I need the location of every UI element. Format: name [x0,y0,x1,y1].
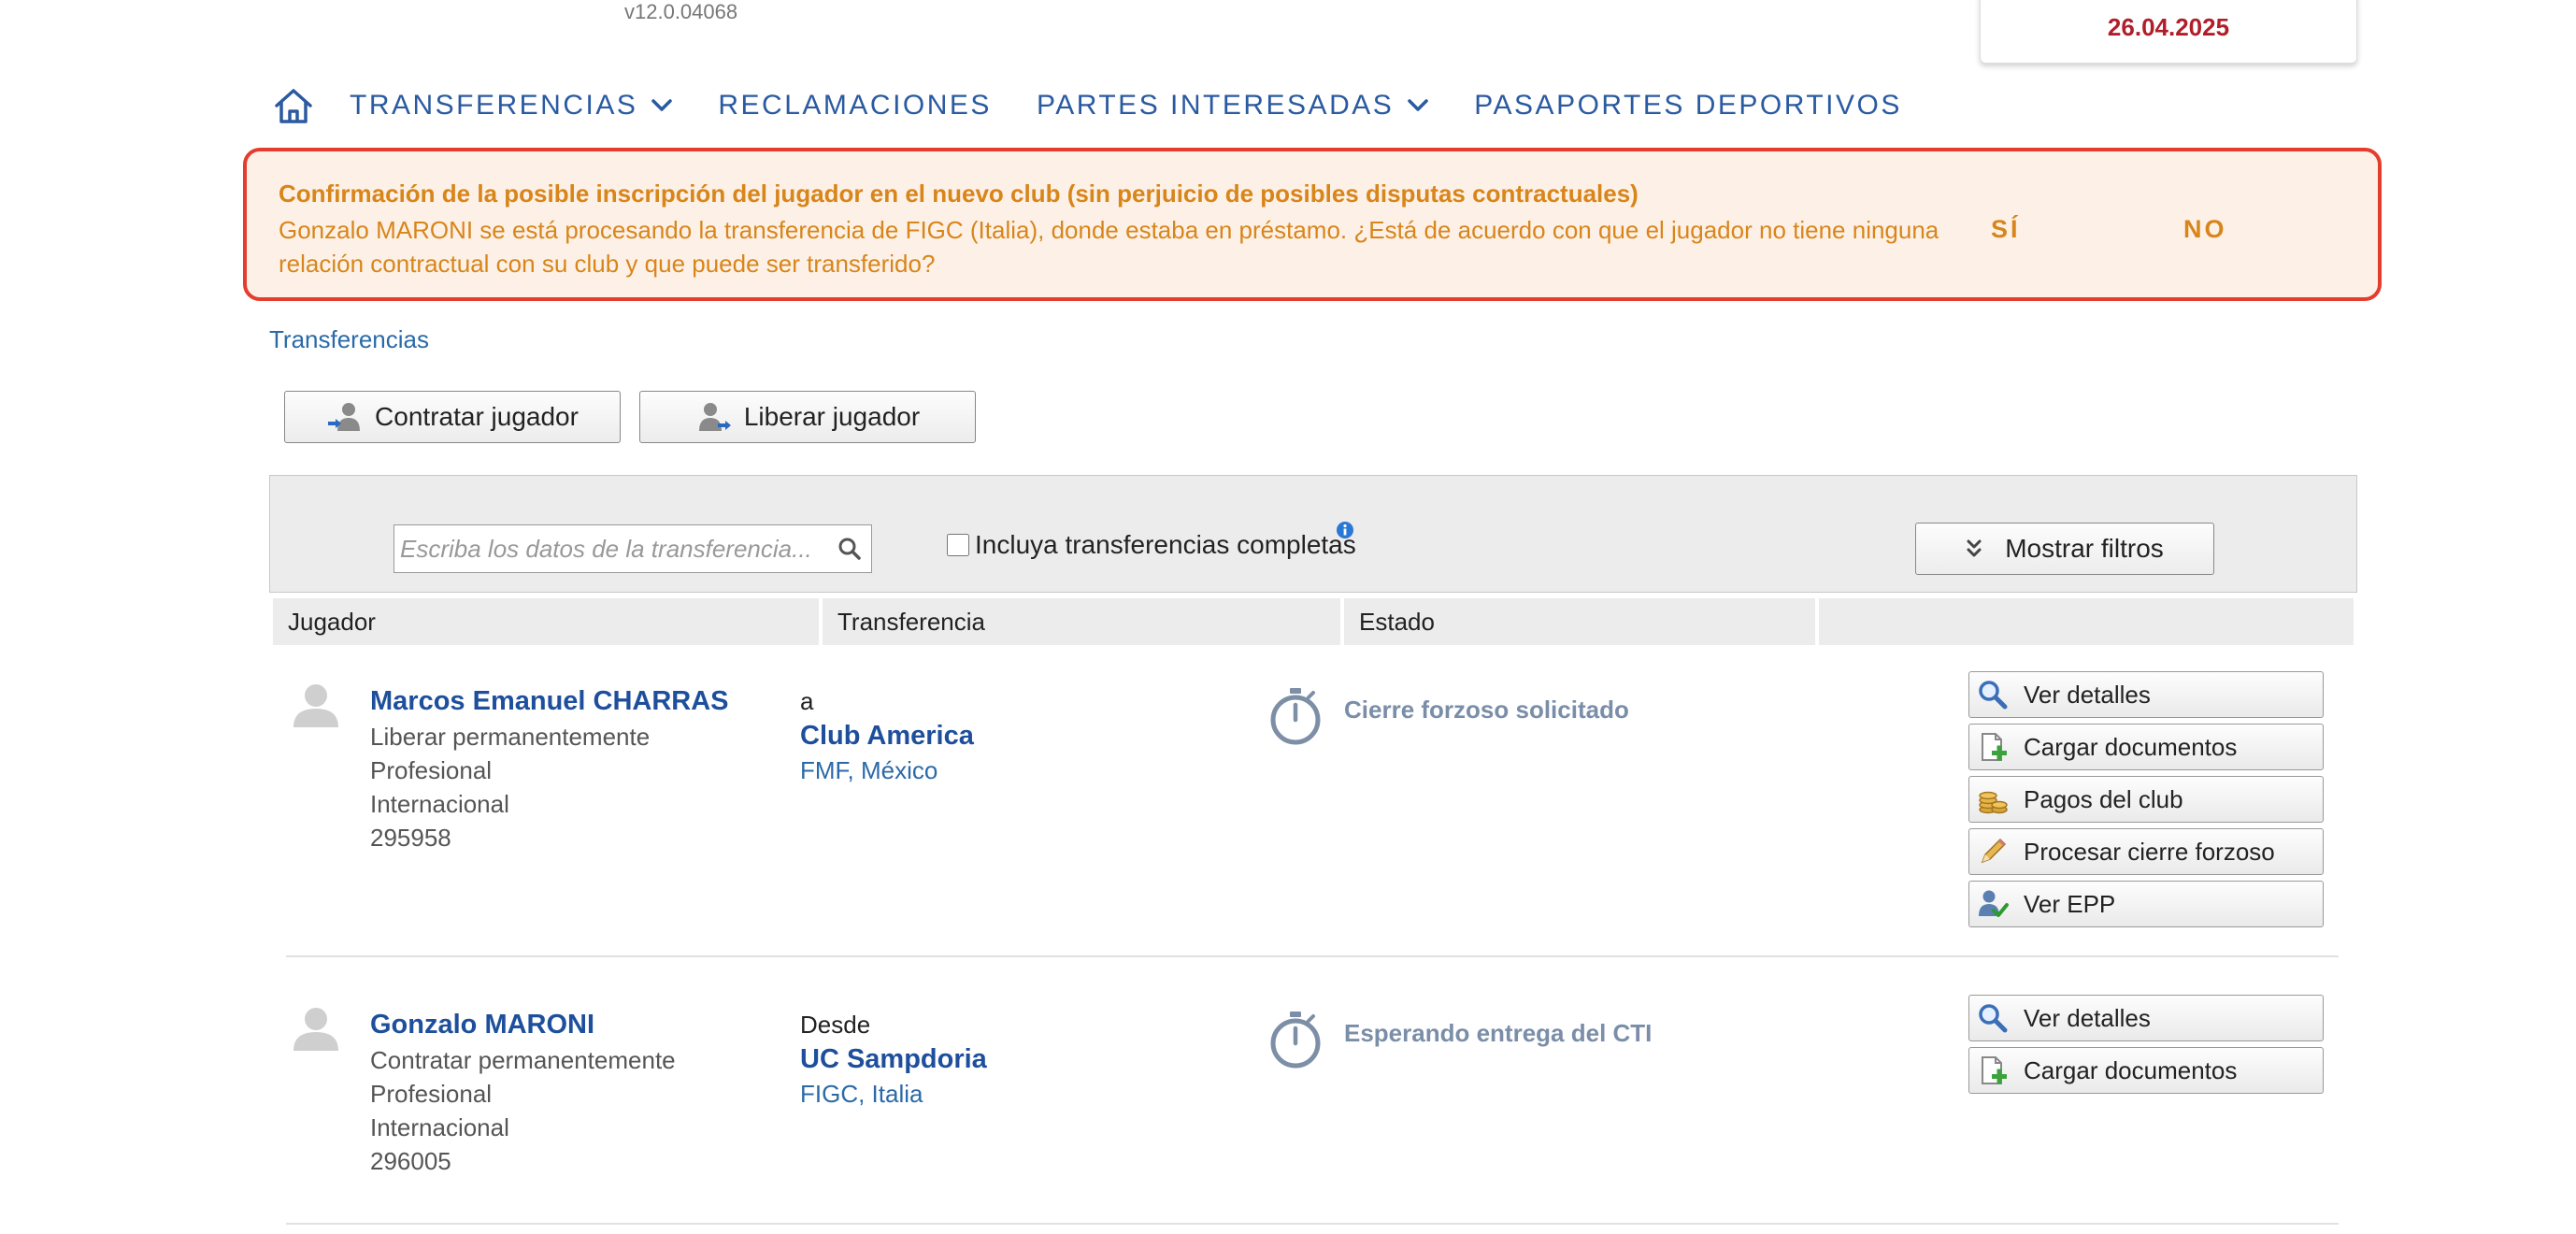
coins-icon [1979,791,2008,814]
view-details-button[interactable]: Ver detalles [1968,671,2324,718]
row-actions: Ver detalles Cargar documentos Pagos del… [1968,671,2324,933]
stopwatch-icon [1270,1012,1321,1069]
avatar-placeholder-icon [293,1008,338,1051]
row-actions: Ver detalles Cargar documentos [1968,995,2324,1099]
view-details-button[interactable]: Ver detalles [1968,995,2324,1041]
transfer-type: Liberar permanentemente [370,723,651,751]
document-add-icon [1982,733,2007,761]
stopwatch-icon [1270,688,1321,745]
alert-title: Confirmación de la posible inscripción d… [279,179,1639,208]
nav-claims[interactable]: RECLAMACIONES [718,90,992,122]
nav-stakeholders-label: PARTES INTERESADAS [1036,90,1395,121]
status-label: Cierre forzoso solicitado [1344,696,1629,724]
player-info: Marcos Emanuel CHARRAS Liberar permanent… [370,682,729,854]
view-epp-button[interactable]: Ver EPP [1968,881,2324,927]
transfer-info: Desde UC Sampdoria FIGC, Italia [800,1008,987,1112]
nav-sports-passports-label: PASAPORTES DEPORTIVOS [1474,90,1902,121]
filter-panel: Incluya transferencias completas Mostrar… [269,475,2357,593]
column-header-status: Estado [1344,598,1815,645]
include-complete-label: Incluya transferencias completas [975,530,1356,559]
chevron-down-icon [1408,99,1428,111]
player-name[interactable]: Gonzalo MARONI [370,1006,676,1043]
include-complete-checkbox[interactable] [947,534,969,556]
user-arrow-out-icon [698,403,731,431]
chevron-down-icon [651,99,673,111]
upload-documents-label: Cargar documentos [2024,732,2238,761]
nav-stakeholders[interactable]: PARTES INTERESADAS [1037,90,1429,122]
transfer-direction: a [800,687,814,715]
home-icon [275,89,312,123]
transfer-scope: Internacional [370,790,509,818]
club-payments-label: Pagos del club [2024,784,2183,813]
document-add-icon [1982,1056,2007,1084]
pencil-icon [1981,838,2007,864]
table-row: Gonzalo MARONI Contratar permanentemente… [286,978,2339,1225]
avatar-placeholder-icon [293,684,338,727]
view-epp-label: Ver EPP [2024,889,2116,918]
process-forced-closure-button[interactable]: Procesar cierre forzoso [1968,828,2324,875]
app-version: v12.0.04068 [624,0,738,23]
info-icon[interactable] [1336,521,1354,539]
player-level: Profesional [370,756,493,784]
user-check-icon [1979,890,2009,917]
magnifier-icon [1979,681,2008,710]
hire-player-label: Contratar jugador [375,402,579,431]
transfer-scope: Internacional [370,1113,509,1141]
transfer-search-input[interactable] [400,534,830,564]
release-player-button[interactable]: Liberar jugador [639,391,976,443]
alert-yes-button[interactable]: SÍ [1991,215,2021,244]
nav-claims-label: RECLAMACIONES [718,90,992,121]
upload-documents-label: Cargar documentos [2024,1055,2238,1084]
transfer-id: 295958 [370,824,451,852]
column-header-actions [1819,598,2354,645]
transfer-direction: Desde [800,1011,871,1039]
table-header: Jugador Transferencia Estado [273,598,2354,645]
column-header-player: Jugador [273,598,819,645]
alert-no-button[interactable]: NO [2183,215,2227,244]
user-arrow-in-icon [328,403,361,431]
release-player-label: Liberar jugador [743,402,921,431]
breadcrumb[interactable]: Transferencias [269,325,429,354]
player-info: Gonzalo MARONI Contratar permanentemente… [370,1006,676,1178]
column-header-transfer: Transferencia [823,598,1340,645]
search-icon[interactable] [837,537,862,561]
association-name[interactable]: FIGC, Italia [800,1077,987,1112]
transfer-status: Esperando entrega del CTI [1267,1010,1652,1069]
alert-message: Gonzalo MARONI se está procesando la tra… [279,216,1939,278]
transfer-info: a Club America FMF, México [800,684,974,788]
transfer-status: Cierre forzoso solicitado [1267,686,1629,746]
nav-transfers-label: TRANSFERENCIAS [350,90,638,121]
main-nav: TRANSFERENCIAS RECLAMACIONES PARTES INTE… [273,82,1947,129]
club-name[interactable]: Club America [800,719,974,753]
registration-confirmation-alert: Confirmación de la posible inscripción d… [243,148,2382,301]
upload-documents-button[interactable]: Cargar documentos [1968,1047,2324,1094]
table-row: Marcos Emanuel CHARRAS Liberar permanent… [286,654,2339,957]
transfer-type: Contratar permanentemente [370,1046,676,1074]
show-filters-label: Mostrar filtros [2005,534,2164,563]
double-chevron-down-icon [1967,539,1982,557]
association-name[interactable]: FMF, México [800,753,974,788]
club-name[interactable]: UC Sampdoria [800,1042,987,1077]
show-filters-button[interactable]: Mostrar filtros [1915,523,2214,575]
club-payments-button[interactable]: Pagos del club [1968,776,2324,823]
include-complete-toggle[interactable]: Incluya transferencias completas [947,530,1356,560]
magnifier-icon [1979,1004,2008,1033]
current-date: 26.04.2025 [2107,12,2230,41]
nav-transfers[interactable]: TRANSFERENCIAS [350,90,673,122]
view-details-label: Ver detalles [2024,1003,2151,1032]
search-box [394,524,872,573]
home-button[interactable] [273,85,314,126]
player-name[interactable]: Marcos Emanuel CHARRAS [370,682,729,720]
upload-documents-button[interactable]: Cargar documentos [1968,724,2324,770]
view-details-label: Ver detalles [2024,680,2151,709]
date-card: 26.04.2025 [1980,0,2357,64]
process-forced-closure-label: Procesar cierre forzoso [2024,837,2275,866]
transfer-id: 296005 [370,1147,451,1175]
hire-player-button[interactable]: Contratar jugador [284,391,621,443]
status-label: Esperando entrega del CTI [1344,1019,1653,1047]
player-level: Profesional [370,1080,493,1108]
nav-sports-passports[interactable]: PASAPORTES DEPORTIVOS [1474,90,1902,122]
